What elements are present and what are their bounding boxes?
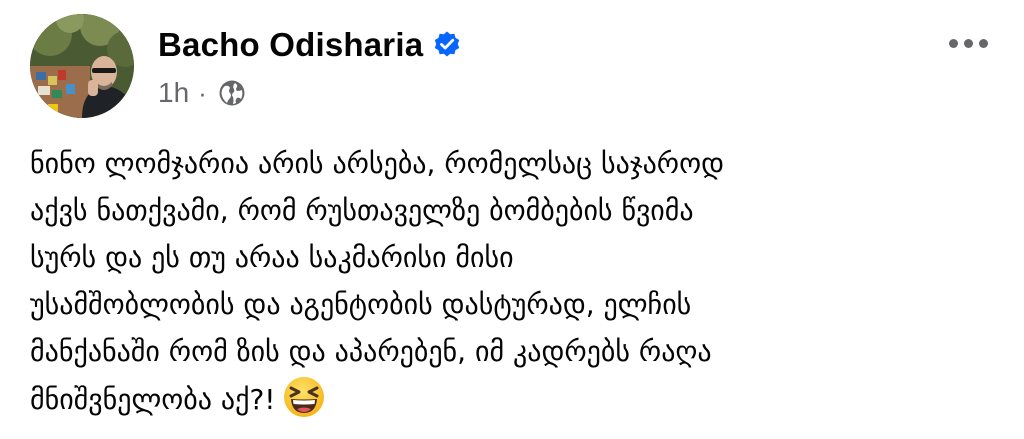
grinning-squinting-face-icon	[282, 375, 326, 419]
facebook-post: Bacho Odisharia 1h · ნინო ლომჯარია არის …	[0, 0, 1024, 439]
more-horizontal-icon	[963, 38, 973, 48]
verified-badge-icon	[432, 30, 462, 60]
author-row: Bacho Odisharia	[158, 24, 462, 66]
post-text-line: მანქანაში რომ ზის და აპარებენ, იმ კადრებ…	[30, 335, 712, 368]
avatar[interactable]	[30, 14, 134, 118]
post-text-line: ნინო ლომჯარია არის არსება, რომელსაც საჯა…	[30, 147, 724, 180]
more-horizontal-icon	[948, 38, 958, 48]
post-timestamp[interactable]: 1h	[158, 74, 189, 112]
more-options-button[interactable]	[942, 26, 994, 60]
post-text-line: სურს და ეს თუ არაა საკმარისი მისი	[30, 241, 514, 274]
post-meta: 1h ·	[158, 74, 247, 112]
meta-separator: ·	[198, 78, 207, 108]
post-body: ნინო ლომჯარია არის არსება, რომელსაც საჯა…	[30, 140, 1010, 422]
post-text-line: აქვს ნათქვამი, რომ რუსთაველზე ბომბების წ…	[30, 194, 694, 227]
more-horizontal-icon	[978, 38, 988, 48]
profile-photo	[30, 14, 134, 118]
globe-icon[interactable]	[217, 78, 247, 108]
author-name[interactable]: Bacho Odisharia	[158, 24, 423, 66]
post-text-line: მნიშვნელობა აქ?!	[30, 383, 276, 416]
post-text-last-line: მნიშვნელობა აქ?!	[30, 375, 1010, 422]
post-text-line: უსამშობლობის და აგენტობის დასტურად, ელჩი…	[30, 288, 692, 321]
